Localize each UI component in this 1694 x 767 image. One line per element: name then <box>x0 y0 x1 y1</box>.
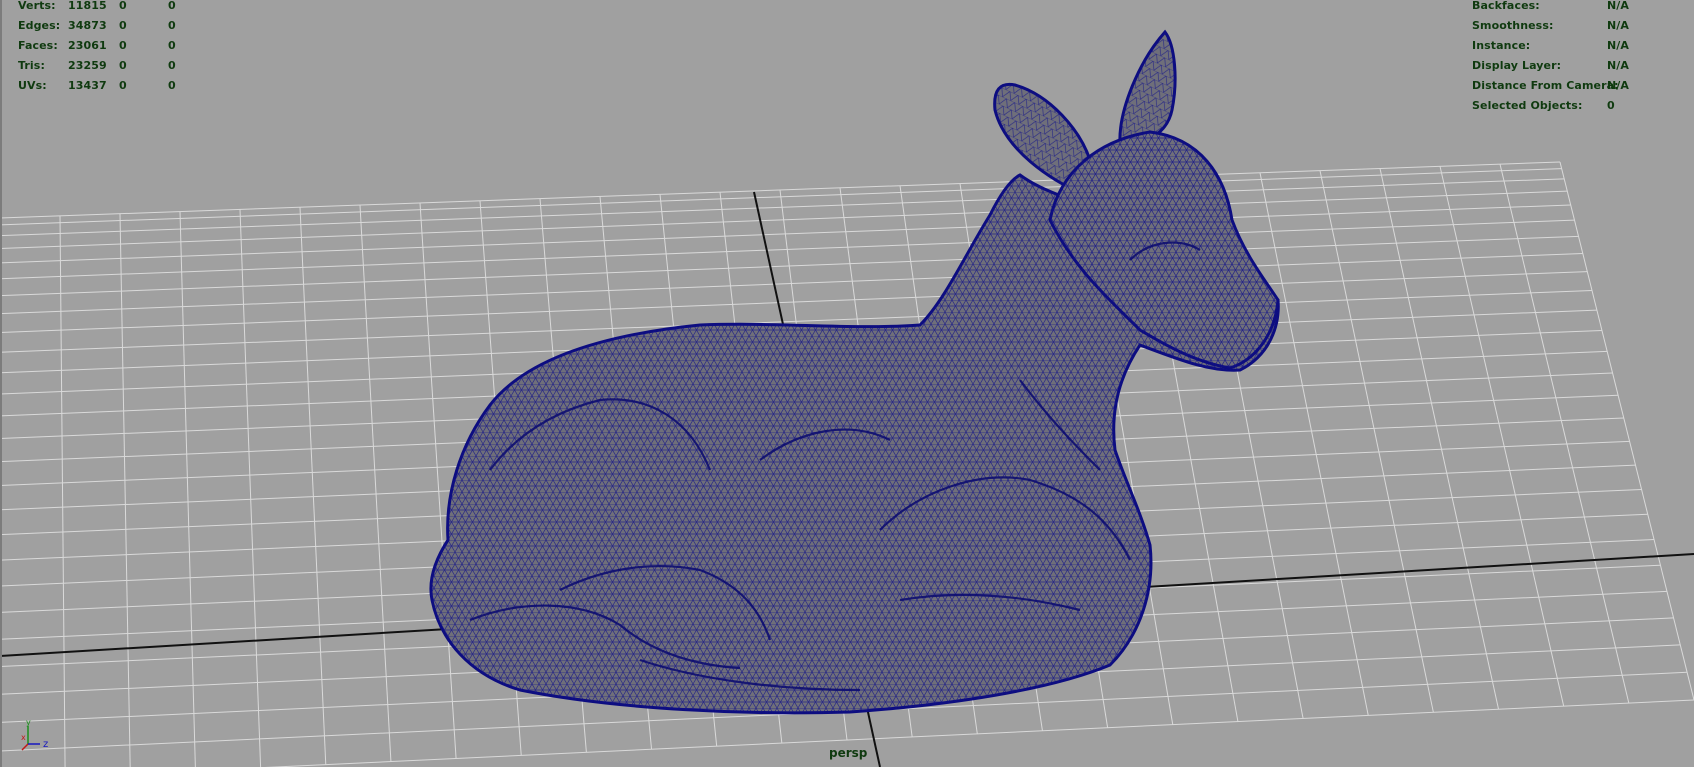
camera-name-label: persp <box>829 746 868 760</box>
viewport-canvas[interactable] <box>0 0 1694 767</box>
hud-label: UVs: <box>18 79 47 92</box>
hud-value: 0 <box>119 39 127 52</box>
hud-label: Backfaces: <box>1472 0 1540 12</box>
hud-label: Verts: <box>18 0 56 12</box>
hud-label: Tris: <box>18 59 45 72</box>
hud-value: 0 <box>119 0 127 12</box>
hud-value: 0 <box>168 59 176 72</box>
hud-value: 0 <box>168 39 176 52</box>
hud-value: 0 <box>168 19 176 32</box>
hud-label: Selected Objects: <box>1472 99 1583 112</box>
x-axis-line <box>21 743 29 751</box>
grid-line <box>179 211 196 767</box>
grid-line <box>1439 166 1565 707</box>
hud-value: 0 <box>168 0 176 12</box>
hud-value: 0 <box>119 79 127 92</box>
hud-value: N/A <box>1607 0 1630 12</box>
hud-label: Smoothness: <box>1472 19 1554 32</box>
hud-label: Instance: <box>1472 39 1531 52</box>
grid-line <box>1379 168 1500 710</box>
hud-label: Edges: <box>18 19 61 32</box>
hud-value: 0 <box>168 79 176 92</box>
grid-line <box>299 207 327 765</box>
x-axis-label: x <box>21 733 26 742</box>
deer-back-ear-wireframe <box>1119 32 1176 145</box>
grid-line <box>59 215 66 767</box>
grid-line <box>1559 161 1694 701</box>
hud-value: 23061 <box>68 39 107 52</box>
deer-mesh[interactable] <box>429 29 1280 715</box>
grid-line <box>119 213 131 767</box>
hud-value: 11815 <box>68 0 107 12</box>
hud-value: 13437 <box>68 79 107 92</box>
hud-value: 23259 <box>68 59 107 72</box>
hud-label: Display Layer: <box>1472 59 1562 72</box>
hud-value: 0 <box>119 59 127 72</box>
hud-value: N/A <box>1607 39 1630 52</box>
hud-value: 34873 <box>68 19 107 32</box>
perspective-viewport[interactable] <box>0 0 1694 767</box>
hud-label: Faces: <box>18 39 58 52</box>
z-axis-label: z <box>43 739 48 750</box>
y-axis-label: y <box>26 718 31 727</box>
viewport-left-border <box>0 0 2 767</box>
grid-line <box>1499 164 1630 704</box>
hud-value: 0 <box>1607 99 1615 112</box>
axis-gizmo-icon: y x z <box>21 718 48 751</box>
hud-value: N/A <box>1607 59 1630 72</box>
hud-value: 0 <box>119 19 127 32</box>
hud-value: N/A <box>1607 79 1630 92</box>
hud-label: Distance From Camera: <box>1472 79 1619 92</box>
hud-value: N/A <box>1607 19 1630 32</box>
